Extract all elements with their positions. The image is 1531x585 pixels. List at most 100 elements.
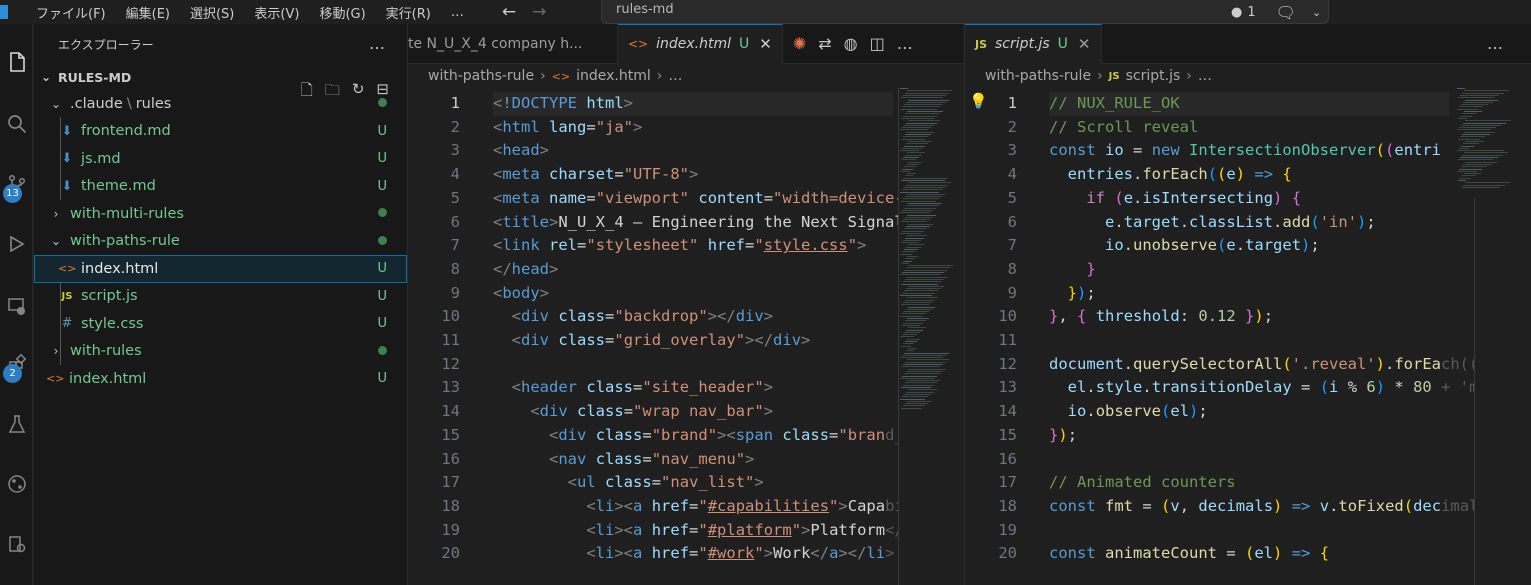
code-line: }: [1086, 259, 1096, 278]
file-tree: ⌄ .claude \ rules ⬇ frontend.md U ⬇ js.m…: [34, 90, 407, 393]
code-line: <meta charset="UTF-8">: [493, 165, 699, 184]
code-editor-html[interactable]: 1 2 3 4 5 6 7 8 9 10 11 12 13 14 15 16 17 18 19 20 <!DOCTYP…: [408, 88, 963, 585]
breadcrumb-folder[interactable]: with-paths-rule: [985, 68, 1091, 84]
breadcrumb-more[interactable]: …: [1198, 68, 1212, 84]
line-number: 4: [450, 165, 460, 184]
tree-item-theme-md[interactable]: ⬇ theme.md U: [34, 173, 407, 201]
menu-more[interactable]: …: [441, 5, 474, 20]
scm-badge: 13: [3, 184, 22, 203]
testing-icon[interactable]: [0, 404, 33, 444]
minimap-line: [1463, 122, 1506, 124]
minimap-line: [1457, 129, 1491, 131]
menu-view[interactable]: 表示(V): [244, 3, 309, 22]
tree-item-frontend-md[interactable]: ⬇ frontend.md U: [34, 118, 407, 146]
tree-item-js-md[interactable]: ⬇ js.md U: [34, 145, 407, 173]
menu-file[interactable]: ファイル(F): [26, 3, 116, 22]
minimap-line: [904, 373, 940, 375]
tree-item-script-js[interactable]: JS script.js U: [34, 283, 407, 311]
minimap-line: [907, 235, 927, 237]
forward-arrow-icon[interactable]: →: [532, 2, 546, 22]
tree-item-index-html-selected[interactable]: <> index.html U: [34, 255, 407, 283]
line-number: 11: [441, 331, 460, 349]
code-line: const animateCount = (el) => {: [1049, 544, 1330, 563]
explorer-more-icon[interactable]: …: [369, 34, 385, 53]
minimap-line: [1462, 113, 1477, 115]
html-file-icon: <>: [628, 37, 649, 51]
minimap-line: [902, 168, 913, 170]
tree-item-claude-rules[interactable]: ⌄ .claude \ rules: [34, 90, 407, 118]
remote-explorer-icon[interactable]: [0, 286, 33, 326]
search-icon[interactable]: [0, 104, 33, 144]
tree-item-root-index-html[interactable]: <> index.html U: [34, 365, 407, 393]
code-line: <li><a href="#capabilities">Capabilit: [586, 496, 898, 515]
minimap-line: [906, 350, 914, 352]
minimap-line: [905, 320, 926, 322]
code-editor-js[interactable]: 💡 1 2 3 4 5 6 7 8 9 10 11 12 13 14 15 16 17 18 19 20 // NUX…: [965, 88, 1531, 585]
tab-company-html[interactable]: te N_U_X_4 company h...: [408, 23, 618, 64]
line-number: 9: [450, 283, 460, 302]
menu-run[interactable]: 実行(R): [376, 3, 441, 22]
breadcrumb-folder[interactable]: with-paths-rule: [428, 68, 534, 84]
minimap[interactable]: [1457, 88, 1517, 198]
editor-more-icon[interactable]: …: [897, 34, 913, 53]
back-arrow-icon[interactable]: ←: [502, 2, 516, 22]
status-badge: U: [377, 178, 387, 194]
line-number: 17: [998, 473, 1017, 492]
split-editor-icon[interactable]: ◫: [870, 34, 885, 53]
run-debug-icon[interactable]: [0, 224, 33, 264]
minimap-line: [1465, 140, 1484, 142]
titlebar-right: ● 1 🗨 ⌄: [1227, 0, 1321, 24]
menu-go[interactable]: 移動(G): [309, 3, 375, 22]
breadcrumb-file[interactable]: index.html: [576, 68, 651, 84]
code-line: <div class="backdrop"></div>: [511, 307, 774, 326]
chevron-right-icon: ›: [1186, 68, 1192, 84]
globe-preview-icon[interactable]: ◍: [844, 34, 858, 53]
menu-edit[interactable]: 編集(E): [116, 3, 180, 22]
line-number: 3: [450, 141, 460, 160]
tree-item-with-multi-rules[interactable]: › with-multi-rules: [34, 200, 407, 228]
code-line: const io = new IntersectionObserver((ent…: [1049, 141, 1442, 160]
minimap-line: [905, 134, 931, 135]
notification-count[interactable]: 1: [1247, 5, 1255, 20]
code-line: <link rel="stylesheet" href="style.css">: [493, 236, 867, 255]
chevron-down-icon[interactable]: ⌄: [1312, 6, 1321, 19]
breadcrumb-file[interactable]: script.js: [1126, 68, 1181, 84]
minimap-line: [908, 182, 951, 184]
tab-script-js[interactable]: JS script.js U ✕: [965, 23, 1102, 64]
tree-item-with-rules[interactable]: › with-rules: [34, 338, 407, 366]
menu-selection[interactable]: 選択(S): [180, 3, 244, 22]
line-number: 20: [998, 544, 1017, 563]
notification-dot-icon[interactable]: ●: [1231, 5, 1242, 20]
claude-icon[interactable]: ✺: [793, 34, 806, 53]
breadcrumb-more[interactable]: …: [668, 68, 682, 84]
tree-item-label: with-multi-rules: [70, 205, 184, 222]
editor-actions-left: ✺ ⇄ ◍ ◫ …: [793, 34, 913, 53]
minimap-line: [904, 145, 925, 147]
line-number: 16: [998, 449, 1017, 468]
minimap[interactable]: [900, 88, 953, 418]
docker-icon[interactable]: [0, 524, 33, 564]
minimap-line: [900, 232, 921, 234]
minimap-line: [902, 209, 933, 211]
git-graph-icon[interactable]: [0, 464, 33, 504]
tree-item-label: script.js: [81, 288, 138, 305]
copilot-chat-icon[interactable]: 🗨: [1276, 3, 1296, 22]
tree-item-style-css[interactable]: # style.css U: [34, 310, 407, 338]
code-line: <li><a href="#work">Work</a></li>: [586, 544, 895, 563]
editor-more-icon[interactable]: …: [1487, 34, 1503, 53]
minimap-line: [905, 278, 944, 280]
tree-item-with-paths-rule[interactable]: ⌄ with-paths-rule: [34, 228, 407, 256]
editor-group-left: te N_U_X_4 company h... <> index.html U …: [408, 23, 963, 585]
close-icon[interactable]: ✕: [759, 35, 772, 53]
minimap-line: [908, 306, 935, 308]
command-center-search[interactable]: rules-md: [601, 0, 1329, 24]
explorer-icon[interactable]: [0, 42, 33, 82]
compare-changes-icon[interactable]: ⇄: [818, 34, 831, 53]
line-number: 10: [441, 307, 460, 326]
line-number: 3: [1007, 141, 1017, 160]
tab-index-html[interactable]: <> index.html U ✕: [618, 23, 783, 64]
status-badge: U: [377, 288, 387, 304]
minimap-line: [1463, 143, 1479, 145]
close-icon[interactable]: ✕: [1078, 35, 1091, 53]
minimap-line: [900, 150, 919, 152]
